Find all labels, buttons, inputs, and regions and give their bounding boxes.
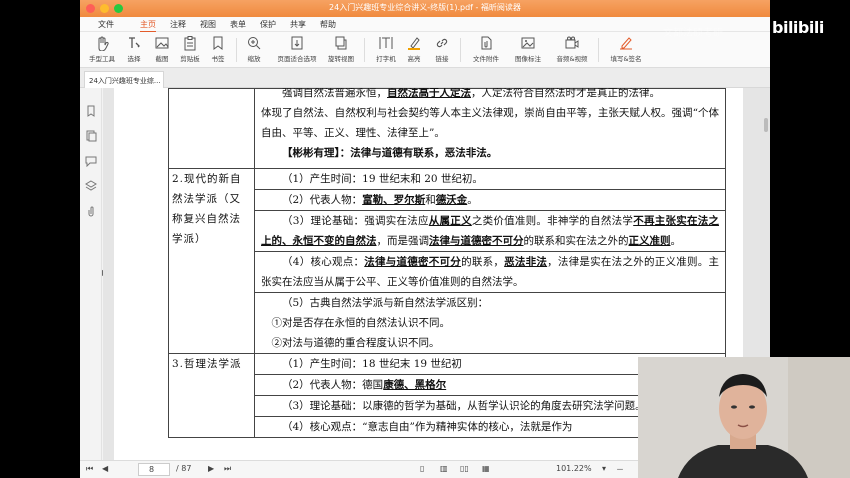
first-page-icon[interactable]: ⏮	[86, 464, 93, 474]
bookmark-button[interactable]: 书签	[202, 34, 234, 66]
highlight-icon	[408, 37, 420, 50]
toolbar-divider	[598, 38, 599, 62]
watermark-text: 文都法硕考研	[663, 28, 723, 39]
menu-form[interactable]: 表单	[230, 19, 246, 30]
zoom-level[interactable]: 101.22%	[556, 464, 592, 473]
hand-icon	[98, 36, 109, 51]
window-title: 24入门兴趣班专业综合讲义-终版(1).pdf - 福昕阅读器	[329, 3, 521, 12]
grid-view-icon[interactable]: ▦	[482, 464, 490, 473]
section-title: 2.现代的新自然法学派（又称复兴自然法学派）	[168, 168, 255, 354]
facing-view-icon[interactable]: ▯▯	[460, 464, 469, 473]
title-bar: 24入门兴趣班专业综合讲义-终版(1).pdf - 福昕阅读器	[80, 0, 770, 17]
zoom-icon	[248, 37, 261, 50]
menu-protect[interactable]: 保护	[260, 19, 276, 30]
attachments-panel-icon[interactable]	[85, 205, 97, 217]
zoom-button[interactable]: 缩放	[238, 34, 270, 66]
presenter-video-icon	[638, 357, 850, 478]
toolbar-divider	[236, 38, 237, 62]
next-page-icon[interactable]: ▶	[208, 464, 214, 473]
zoom-dropdown-chevron-icon[interactable]: ▾	[602, 464, 606, 473]
section-title: 3.哲理法学派	[168, 353, 255, 438]
document-tab-bar: 24入门兴趣班专业综...	[80, 68, 770, 88]
menu-file[interactable]: 文件	[98, 19, 114, 30]
file-attachment-button[interactable]: 文件附件	[468, 34, 504, 66]
fit-page-button[interactable]: 页面适合选项	[276, 34, 318, 66]
audio-video-button[interactable]: 音频&视频	[552, 34, 592, 66]
left-side-panel	[80, 88, 102, 460]
fill-sign-button[interactable]: 填写&签名	[606, 34, 646, 66]
fill-sign-icon	[620, 37, 632, 50]
vertical-scrollbar[interactable]	[764, 118, 768, 132]
bookmark-icon	[213, 36, 223, 50]
toolbar-divider	[364, 38, 365, 62]
single-page-view-icon[interactable]: ▯	[420, 464, 424, 473]
table-row: 2.现代的新自然法学派（又称复兴自然法学派） （1）产生时间：19 世纪末和 2…	[168, 168, 726, 354]
bilibili-logo: bilibili	[772, 18, 824, 37]
media-icon	[565, 36, 579, 49]
typewriter-icon	[379, 37, 393, 49]
image-annotation-icon	[521, 37, 535, 49]
webcam-overlay	[638, 357, 850, 478]
link-icon	[436, 38, 448, 48]
link-button[interactable]: 链接	[426, 34, 458, 66]
bookmark-panel-icon[interactable]	[85, 105, 97, 117]
continuous-view-icon[interactable]: ▥	[440, 464, 448, 473]
menu-view[interactable]: 视图	[200, 19, 216, 30]
menu-home[interactable]: 主页	[140, 19, 156, 33]
menu-help[interactable]: 帮助	[320, 19, 336, 30]
screenshot-icon	[155, 37, 169, 49]
prev-page-icon[interactable]: ◀	[102, 464, 108, 473]
attachment-icon	[481, 36, 492, 50]
page-total: / 87	[176, 464, 192, 473]
comments-panel-icon[interactable]	[85, 155, 97, 167]
clipboard-icon	[184, 36, 196, 51]
menu-comment[interactable]: 注释	[170, 19, 186, 30]
page-number-input[interactable]: 8	[138, 463, 170, 476]
rotate-view-button[interactable]: 旋转视图	[322, 34, 360, 66]
rotate-icon	[335, 36, 347, 50]
hand-tool-button[interactable]: 手型工具	[86, 34, 118, 66]
menu-share[interactable]: 共享	[290, 19, 306, 30]
last-page-icon[interactable]: ⏭	[224, 464, 231, 474]
thumbnail-panel-icon[interactable]	[85, 130, 97, 142]
table-row: 强调自然法普遍永恒，自然法高于人定法，人定法符合自然法时才是真正的法律。 体现了…	[168, 88, 726, 169]
toolbar-divider	[460, 38, 461, 62]
select-text-icon	[129, 37, 140, 48]
fit-page-icon	[291, 36, 303, 50]
document-tab[interactable]: 24入门兴趣班专业综...	[84, 71, 164, 88]
image-annotation-button[interactable]: 图像标注	[510, 34, 546, 66]
layers-panel-icon[interactable]	[85, 180, 97, 192]
zoom-out-icon[interactable]: －	[616, 464, 624, 475]
